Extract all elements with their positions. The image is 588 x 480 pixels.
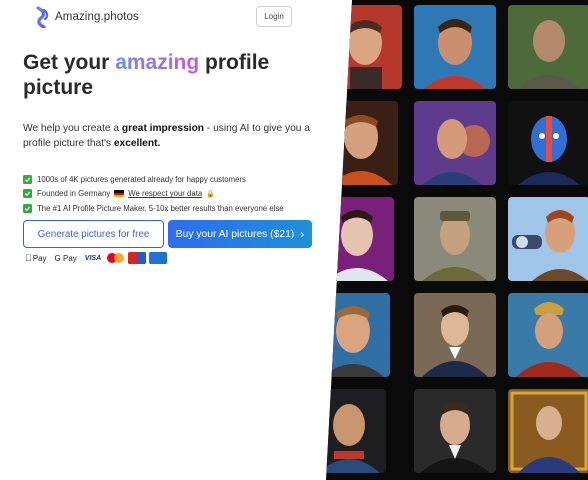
payment-methods: Pay G Pay VISA bbox=[25, 252, 170, 264]
maestro-icon bbox=[128, 252, 147, 264]
gallery-image bbox=[508, 101, 588, 185]
feature-list: 1000s of 4K pictures generated already f… bbox=[23, 172, 333, 216]
chevron-right-icon: › bbox=[300, 227, 305, 241]
visa-icon: VISA bbox=[78, 254, 101, 262]
feature-text: 1000s of 4K pictures generated already f… bbox=[37, 174, 246, 184]
gallery-image bbox=[414, 197, 496, 281]
google-pay-icon: G Pay bbox=[47, 253, 77, 263]
gallery-image bbox=[508, 389, 588, 473]
check-icon bbox=[23, 203, 32, 213]
check-icon bbox=[23, 174, 32, 184]
gallery-image bbox=[326, 101, 398, 185]
gallery-image bbox=[414, 293, 496, 377]
gallery-image bbox=[508, 5, 588, 89]
check-icon bbox=[23, 189, 32, 199]
feature-text: The #1 AI Profile Picture Maker. 5-10x b… bbox=[37, 203, 284, 213]
gallery-image bbox=[414, 5, 496, 89]
title-part-1: Get your bbox=[23, 51, 116, 74]
germany-flag-icon bbox=[114, 190, 125, 198]
gallery-image bbox=[326, 293, 390, 377]
feature-item: Founded in Germany We respect your data … bbox=[23, 187, 333, 202]
lock-icon: 🔒 bbox=[206, 190, 215, 198]
gallery-image bbox=[326, 5, 402, 89]
mastercard-icon bbox=[107, 252, 125, 264]
hero-subtitle: We help you create a great impression - … bbox=[23, 121, 323, 151]
buy-button-label: Buy your AI pictures ($21) bbox=[175, 228, 295, 240]
apple-pay-icon: Pay bbox=[25, 253, 47, 263]
sub-part-1: We help you create a bbox=[23, 123, 122, 134]
sub-bold-1: great impression bbox=[121, 123, 205, 134]
logo[interactable]: Amazing.photos bbox=[35, 6, 139, 28]
privacy-link[interactable]: We respect your data bbox=[128, 189, 202, 198]
cta-row: Generate pictures for free Buy your AI p… bbox=[23, 220, 312, 248]
gallery-image bbox=[508, 197, 588, 281]
title-accent: amazing bbox=[115, 51, 200, 74]
feature-text: Founded in Germany bbox=[37, 189, 111, 199]
buy-pictures-button[interactable]: Buy your AI pictures ($21) › bbox=[168, 220, 312, 248]
brand-name: Amazing.photos bbox=[55, 11, 139, 23]
gallery-image bbox=[326, 389, 386, 473]
brand-logo-icon bbox=[36, 6, 49, 28]
gallery-image bbox=[508, 293, 588, 377]
amex-icon bbox=[149, 252, 168, 264]
gallery-image bbox=[414, 389, 496, 473]
sub-bold-2: excellent. bbox=[113, 138, 161, 149]
profile-gallery bbox=[326, 0, 588, 480]
generate-free-button[interactable]: Generate pictures for free bbox=[23, 220, 164, 248]
gallery-image bbox=[414, 101, 496, 185]
feature-item: The #1 AI Profile Picture Maker. 5-10x b… bbox=[23, 201, 333, 216]
feature-item: 1000s of 4K pictures generated already f… bbox=[23, 172, 333, 187]
login-button[interactable]: Login bbox=[256, 6, 292, 27]
page-title: Get your amazing profile picture bbox=[23, 50, 323, 100]
gallery-image bbox=[326, 197, 394, 281]
